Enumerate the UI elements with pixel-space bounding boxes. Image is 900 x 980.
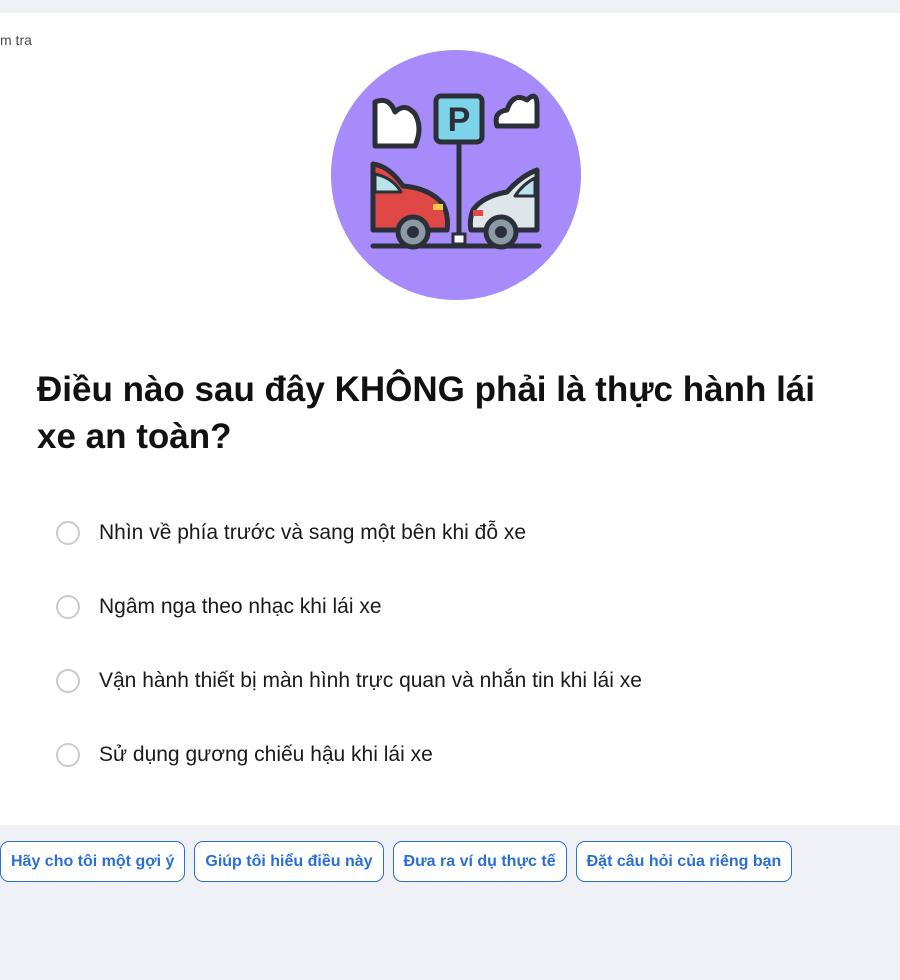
answer-options: Nhìn về phía trước và sang một bên khi đ… [55,510,642,806]
answer-option-label: Nhìn về phía trước và sang một bên khi đ… [99,521,527,544]
real-example-button[interactable]: Đưa ra ví dụ thực tế [392,841,567,882]
radio-button[interactable] [56,595,80,619]
hint-button[interactable]: Hãy cho tôi một gợi ý [0,841,186,882]
answer-option-label: Vận hành thiết bị màn hình trực quan và … [99,669,642,692]
breadcrumb: m tra [0,32,32,48]
parking-lot-icon: P [331,50,581,300]
answer-option-label: Sử dụng gương chiếu hậu khi lái xe [99,743,433,766]
answer-option-4[interactable]: Sử dụng gương chiếu hậu khi lái xe [55,732,642,778]
answer-option-3[interactable]: Vận hành thiết bị màn hình trực quan và … [55,658,642,704]
answer-option-label: Ngâm nga theo nhạc khi lái xe [99,595,382,618]
radio-button[interactable] [56,669,80,693]
radio-button[interactable] [56,521,80,545]
question-text: Điều nào sau đây KHÔNG phải là thực hành… [37,370,815,456]
answer-option-2[interactable]: Ngâm nga theo nhạc khi lái xe [55,584,642,630]
explain-button[interactable]: Giúp tôi hiểu điều này [194,841,384,882]
ask-own-question-button[interactable]: Đặt câu hỏi của riêng bạn [575,841,793,882]
radio-button[interactable] [56,743,80,767]
answer-option-1[interactable]: Nhìn về phía trước và sang một bên khi đ… [55,510,642,556]
parking-sign-letter: P [448,101,471,139]
suggestion-chips: Hãy cho tôi một gợi ý Giúp tôi hiểu điều… [0,841,801,882]
illustration-circle [331,50,581,300]
